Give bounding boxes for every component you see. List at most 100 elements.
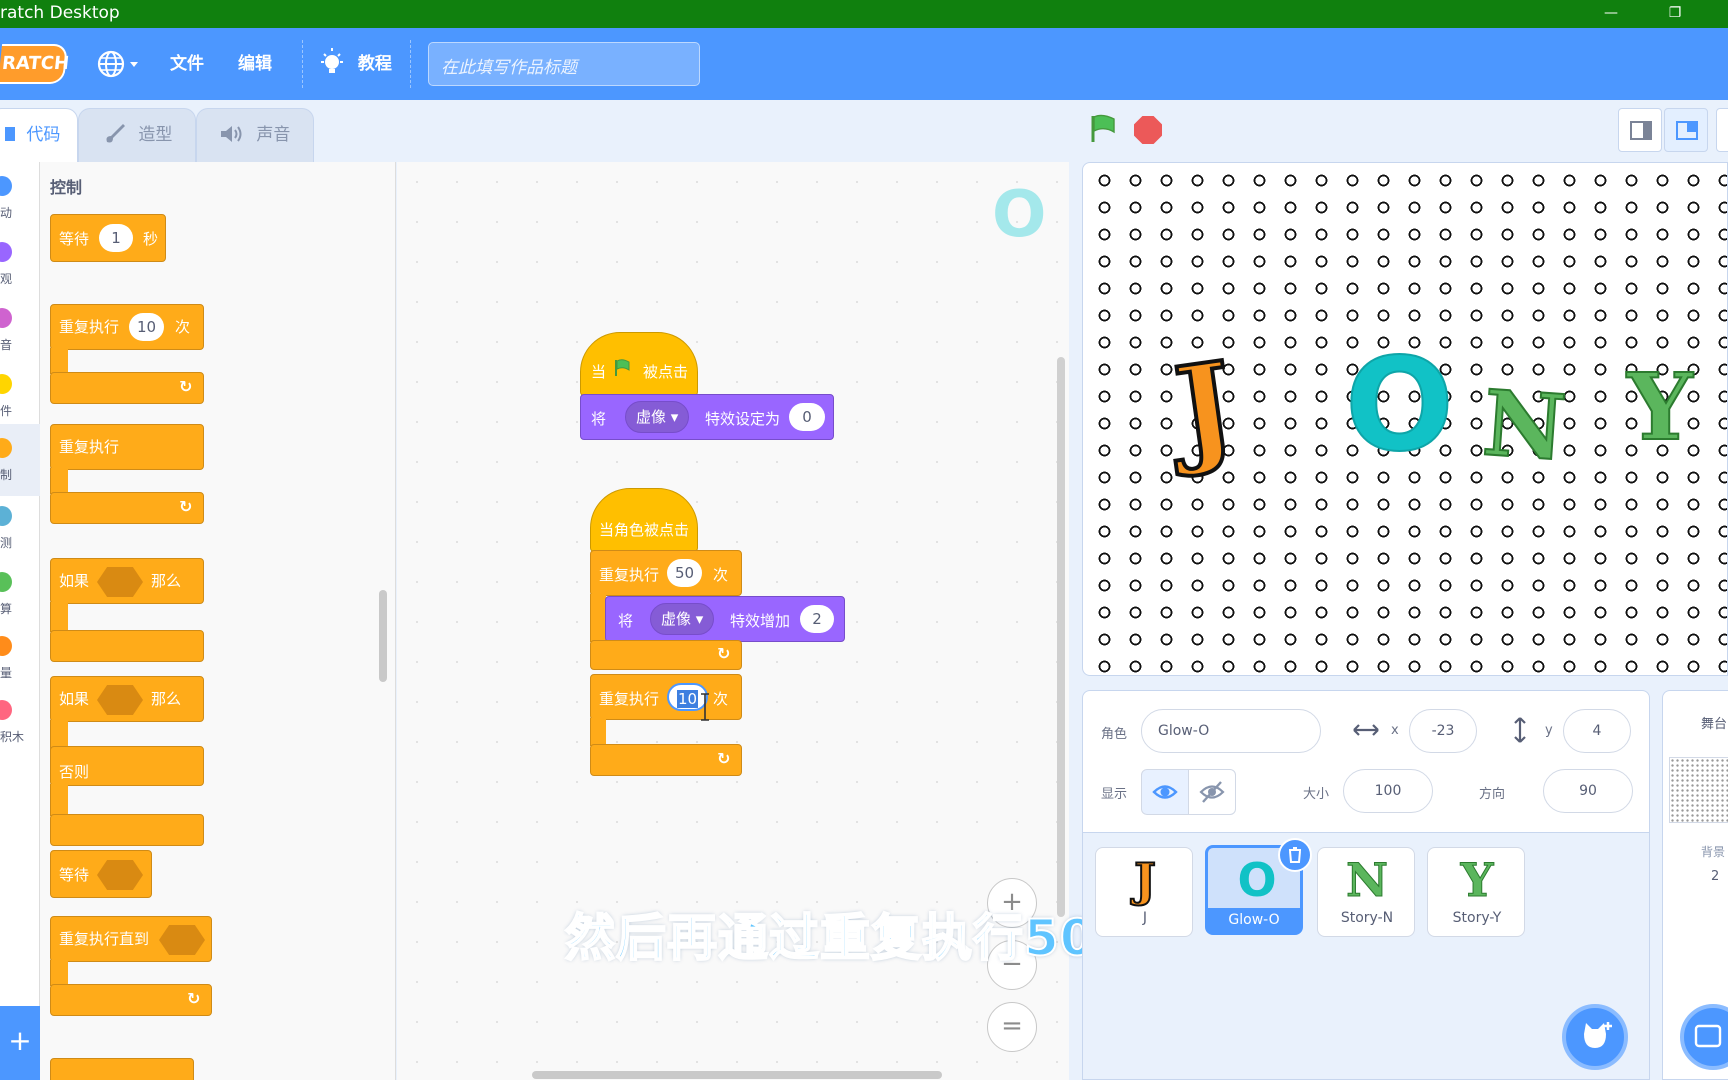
sprite-thumb-story-n[interactable]: N Story-N (1317, 847, 1415, 937)
y-label: y (1545, 723, 1553, 738)
stage-sprite-j[interactable]: J (1166, 333, 1245, 482)
vertical-arrows-icon (1514, 717, 1526, 743)
stage-sprite-o[interactable]: O (1344, 330, 1455, 481)
size-input[interactable]: 100 (1343, 769, 1433, 813)
stage-label: 舞台 (1701, 717, 1728, 732)
x-input[interactable]: -23 (1409, 709, 1477, 753)
delete-sprite-button[interactable] (1278, 838, 1312, 872)
language-button[interactable] (96, 28, 144, 100)
condition-slot[interactable] (97, 685, 143, 715)
scratch-logo[interactable]: RATCH (0, 44, 70, 84)
category-looks[interactable]: 观 (0, 234, 40, 294)
category-my-blocks[interactable]: 积木 (0, 692, 40, 752)
if-then-block[interactable]: 如果 那么 (50, 558, 204, 604)
tutorials-menu[interactable]: 教程 (318, 28, 392, 100)
y-input[interactable]: 4 (1563, 709, 1631, 753)
window-title: ratch Desktop (0, 3, 120, 23)
video-caption: 然后再通过重复执行50次 (564, 908, 1147, 968)
backdrop-thumbnail[interactable] (1669, 757, 1728, 823)
effect-dropdown[interactable]: 虚像 ▾ (625, 401, 690, 433)
category-operators[interactable]: 算 (0, 564, 40, 624)
category-events[interactable]: 件 (0, 366, 40, 426)
tab-costumes[interactable]: 造型 (78, 108, 196, 162)
effect-dropdown[interactable]: 虚像 ▾ (650, 603, 715, 635)
category-motion[interactable]: 动 (0, 168, 40, 228)
forever-block[interactable]: 重复执行 (50, 424, 204, 470)
direction-input[interactable]: 90 (1543, 769, 1633, 813)
choose-sprite-button[interactable] (1562, 1004, 1628, 1070)
category-dot (0, 176, 12, 196)
category-dot (0, 700, 12, 720)
repeat-count-input[interactable]: 50 (667, 559, 703, 587)
condition-slot[interactable] (159, 925, 205, 955)
code-vertical-scrollbar[interactable] (1057, 357, 1065, 917)
lightbulb-icon (321, 48, 343, 73)
project-title-input[interactable]: 在此填写作品标题 (428, 42, 700, 86)
wait-seconds-input[interactable]: 1 (99, 224, 133, 252)
minimize-button[interactable]: — (1588, 0, 1634, 28)
edit-menu[interactable]: 编辑 (238, 28, 272, 100)
effect-value-input[interactable]: 0 (789, 403, 825, 431)
when-sprite-clicked-block[interactable]: 当角色被点击 (590, 488, 698, 552)
x-label: x (1391, 723, 1399, 738)
choose-backdrop-button[interactable] (1680, 1004, 1728, 1070)
stop-button[interactable] (1134, 116, 1162, 144)
repeat-50-spine (590, 594, 606, 642)
repeat-count-input[interactable]: 10 (129, 313, 165, 341)
category-sensing[interactable]: 测 (0, 498, 40, 558)
chevron-down-icon: ▾ (670, 408, 679, 426)
image-icon (1694, 1024, 1722, 1048)
condition-slot[interactable] (97, 860, 143, 890)
change-effect-block[interactable]: 将 虚像 ▾ 特效增加 2 (605, 596, 845, 642)
file-menu[interactable]: 文件 (170, 28, 204, 100)
sprite-thumb-story-y[interactable]: Y Story-Y (1427, 847, 1525, 937)
palette-heading: 控制 (50, 178, 83, 197)
sprite-name-input[interactable]: Glow-O (1141, 709, 1321, 753)
sprite-thumb-j[interactable]: J J (1095, 847, 1193, 937)
effect-change-input[interactable]: 2 (800, 605, 834, 633)
if-block-spine (50, 602, 68, 632)
repeat-50-bottom: ↻ (590, 640, 742, 670)
cat-icon (1584, 1022, 1612, 1048)
wait-until-block[interactable]: 等待 (50, 850, 152, 898)
stage-canvas[interactable]: J O N Y (1082, 162, 1728, 676)
wait-block[interactable]: 等待 1 秒 (50, 214, 166, 262)
repeat-10-block[interactable]: 重复执行 10 次 (590, 674, 742, 720)
zoom-reset-button[interactable]: = (987, 1002, 1037, 1052)
green-flag-button[interactable] (1088, 114, 1118, 144)
set-effect-block[interactable]: 将 虚像 ▾ 特效设定为 0 (580, 394, 834, 440)
add-extension-button[interactable]: + (0, 1006, 40, 1080)
forever-block-spine (50, 468, 68, 494)
category-sound[interactable]: 音 (0, 300, 40, 360)
menu-bar: RATCH 文件 编辑 教程 在此填写作品标题 (0, 28, 1728, 100)
eye-icon (1152, 785, 1178, 799)
text-cursor-icon (701, 693, 709, 721)
stop-block-partial[interactable] (50, 1058, 194, 1080)
hide-sprite-button[interactable] (1188, 769, 1236, 815)
restore-button[interactable]: ❐ (1652, 0, 1698, 28)
tab-code[interactable]: 代码 (0, 108, 78, 164)
if-else-block[interactable]: 如果 那么 (50, 676, 204, 722)
tab-sounds[interactable]: 声音 (196, 108, 314, 162)
small-stage-button[interactable] (1618, 108, 1662, 152)
show-sprite-button[interactable] (1141, 769, 1189, 815)
category-variables[interactable]: 量 (0, 628, 40, 688)
fullscreen-button[interactable] (1716, 108, 1728, 152)
palette-scrollbar[interactable] (379, 590, 387, 682)
repeat-block[interactable]: 重复执行 10 次 (50, 304, 204, 350)
sprite-info-panel: 角色 Glow-O x -23 y 4 显示 大小 100 方向 90 (1082, 690, 1650, 833)
large-stage-button[interactable] (1664, 108, 1708, 152)
sprite-name-label: 角色 (1101, 727, 1128, 742)
category-menu: 动 观 音 件 制 测 算 量 积木 (0, 162, 40, 1080)
condition-slot[interactable] (97, 567, 143, 597)
repeat-until-block[interactable]: 重复执行直到 (50, 916, 212, 962)
category-dot (0, 572, 12, 592)
stage-sprite-y[interactable]: Y (1626, 352, 1694, 462)
stage-sprite-n[interactable]: N (1478, 369, 1569, 482)
repeat-50-block[interactable]: 重复执行 50 次 (590, 550, 742, 596)
code-horizontal-scrollbar[interactable] (532, 1071, 942, 1079)
block-palette: 控制 等待 1 秒 重复执行 10 次 ↻ 重复执行 ↻ 如果 那么 如果 那么… (40, 162, 396, 1080)
backdrops-count: 2 (1711, 869, 1720, 884)
category-control[interactable]: 制 (0, 424, 40, 496)
when-flag-clicked-block[interactable]: 当 被点击 (580, 332, 698, 396)
